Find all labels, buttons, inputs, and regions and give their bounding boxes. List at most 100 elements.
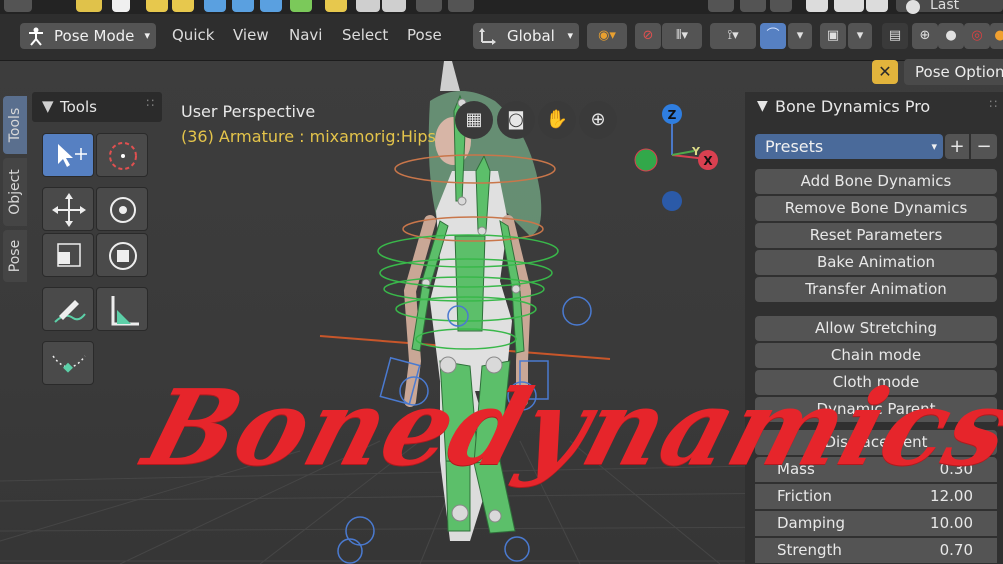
new-file-icon[interactable]	[76, 0, 102, 12]
falloff-curve-icon[interactable]: ⌒	[760, 23, 786, 49]
strength-label: Strength	[777, 541, 842, 559]
material-shading-icon[interactable]: ◎	[964, 23, 990, 49]
chevron-down-icon: ▾	[144, 29, 150, 42]
transfer-animation-button[interactable]: Transfer Animation	[755, 277, 997, 302]
move-tool[interactable]	[42, 187, 94, 231]
ruler-icon	[111, 296, 139, 326]
drag-handle-icon[interactable]: ∷	[989, 97, 997, 111]
grid-view-icon[interactable]: ▦	[455, 101, 493, 139]
chevron-down-icon: ▾	[931, 140, 937, 153]
rotate-tool[interactable]	[96, 187, 148, 231]
open-folder-icon[interactable]	[146, 0, 168, 12]
transform-tool[interactable]	[96, 233, 148, 277]
menu-view[interactable]: View	[233, 26, 269, 44]
damping-value: 10.00	[930, 514, 973, 532]
axis-neg-z-icon[interactable]	[662, 191, 682, 211]
collapse-icon[interactable]: ▼	[757, 98, 768, 114]
chevron-down-icon: ▾	[567, 29, 573, 42]
undo-icon[interactable]	[740, 0, 766, 12]
export-icon[interactable]	[325, 0, 347, 12]
damping-field[interactable]: Damping 10.00	[755, 511, 997, 536]
pose-options-button[interactable]: Pose Options	[904, 59, 1003, 85]
snap-icon[interactable]: ⊘	[635, 23, 661, 49]
allow-stretching-toggle[interactable]: Allow Stretching	[755, 316, 997, 341]
menu-navi[interactable]: Navi	[289, 26, 322, 44]
select-box-tool[interactable]	[42, 133, 94, 177]
remove-preset-button[interactable]: −	[971, 134, 997, 159]
strength-field[interactable]: Strength 0.70	[755, 538, 997, 563]
orientation-selector[interactable]: Global ▾	[473, 23, 579, 49]
active-object-info: (36) Armature : mixamorig:Hips	[181, 127, 436, 146]
dropdown-button[interactable]	[416, 0, 442, 12]
tab-tools-label: Tools	[7, 107, 23, 143]
blank-file-icon[interactable]	[112, 0, 130, 12]
presets-dropdown[interactable]: Presets ▾	[755, 134, 943, 159]
wireframe-shading-icon[interactable]: ⊕	[912, 23, 938, 49]
annotate-tool[interactable]	[42, 287, 94, 331]
pivot-point-icon[interactable]: ◉▾	[587, 23, 627, 49]
viewport-header: Pose Mode ▾ Quick View Navi Select Pose G…	[0, 14, 1003, 61]
collapse-icon: ▼	[42, 97, 54, 115]
top-toolbar-strip: Last	[0, 0, 1003, 14]
render-animation-icon[interactable]	[382, 0, 406, 12]
tools-title: Tools	[60, 98, 97, 116]
rendered-shading-icon[interactable]: ●	[990, 23, 1003, 49]
reset-parameters-button[interactable]: Reset Parameters	[755, 223, 997, 248]
tools-panel-header[interactable]: ▼ Tools ∷	[32, 92, 162, 122]
preferences-icon[interactable]	[866, 0, 888, 12]
tab-tools[interactable]: Tools	[3, 96, 27, 154]
mode-label: Pose Mode	[54, 27, 135, 45]
add-bone-dynamics-button[interactable]: Add Bone Dynamics	[755, 169, 997, 194]
bone-envelope-tool[interactable]	[42, 341, 94, 385]
axis-gizmo[interactable]: Z Y X	[620, 97, 730, 217]
drag-handle-icon[interactable]: ∷	[146, 96, 154, 110]
save-icon[interactable]	[204, 0, 226, 12]
chevron-down-icon[interactable]: ▾	[788, 23, 812, 49]
redo-icon[interactable]	[770, 0, 792, 12]
menu-select[interactable]: Select	[342, 26, 388, 44]
bake-animation-button[interactable]: Bake Animation	[755, 250, 997, 275]
transform-axes-icon	[479, 28, 496, 45]
proportional-edit-icon[interactable]: ⟟▾	[710, 23, 756, 49]
tab-pose[interactable]: Pose	[3, 230, 27, 282]
mode-selector[interactable]: Pose Mode ▾	[20, 23, 156, 49]
axis-neg-x-icon[interactable]	[634, 148, 658, 172]
snap-increment-icon[interactable]: ⫴▾	[662, 23, 702, 49]
dropdown-button[interactable]	[708, 0, 734, 12]
gear-icon	[906, 0, 920, 14]
xray-icon[interactable]: ▤	[882, 23, 908, 49]
save-as-icon[interactable]	[232, 0, 254, 12]
damping-label: Damping	[777, 514, 846, 532]
dropdown-button[interactable]	[448, 0, 474, 12]
pan-hand-icon[interactable]: ✋	[538, 101, 576, 139]
camera-icon[interactable]: ◙	[497, 101, 535, 139]
zoom-icon[interactable]: ⊕	[579, 101, 617, 139]
pencil-icon	[54, 300, 86, 323]
scale-tool[interactable]	[42, 233, 94, 277]
measure-tool[interactable]	[96, 287, 148, 331]
import-icon[interactable]	[290, 0, 312, 12]
render-icon[interactable]	[356, 0, 380, 12]
screenshot-icon[interactable]	[806, 0, 828, 12]
chevron-down-icon[interactable]: ▾	[848, 23, 872, 49]
menu-quick[interactable]: Quick	[172, 26, 214, 44]
pose-mode-icon	[29, 27, 43, 46]
remove-bone-dynamics-button[interactable]: Remove Bone Dynamics	[755, 196, 997, 221]
bonedynamics-watermark: Bonedynamics	[132, 366, 1003, 489]
recent-folder-icon[interactable]	[172, 0, 194, 12]
menu-dropdown-button[interactable]	[4, 0, 32, 12]
menu-pose[interactable]: Pose	[407, 26, 442, 44]
close-icon[interactable]: ✕	[872, 60, 898, 84]
move-arrows-icon	[52, 193, 86, 227]
last-operator-button[interactable]: Last	[896, 0, 1003, 14]
axis-x-label: X	[703, 154, 713, 168]
add-preset-button[interactable]: +	[945, 134, 969, 159]
tab-object[interactable]: Object	[3, 158, 27, 226]
cursor-tool[interactable]	[96, 133, 148, 177]
overlay-icon[interactable]: ▣	[820, 23, 846, 49]
workspace-icon[interactable]	[834, 0, 864, 12]
save-copy-icon[interactable]	[260, 0, 282, 12]
tab-pose-label: Pose	[7, 239, 23, 273]
solid-shading-icon[interactable]: ●	[938, 23, 964, 49]
chain-mode-toggle[interactable]: Chain mode	[755, 343, 997, 368]
